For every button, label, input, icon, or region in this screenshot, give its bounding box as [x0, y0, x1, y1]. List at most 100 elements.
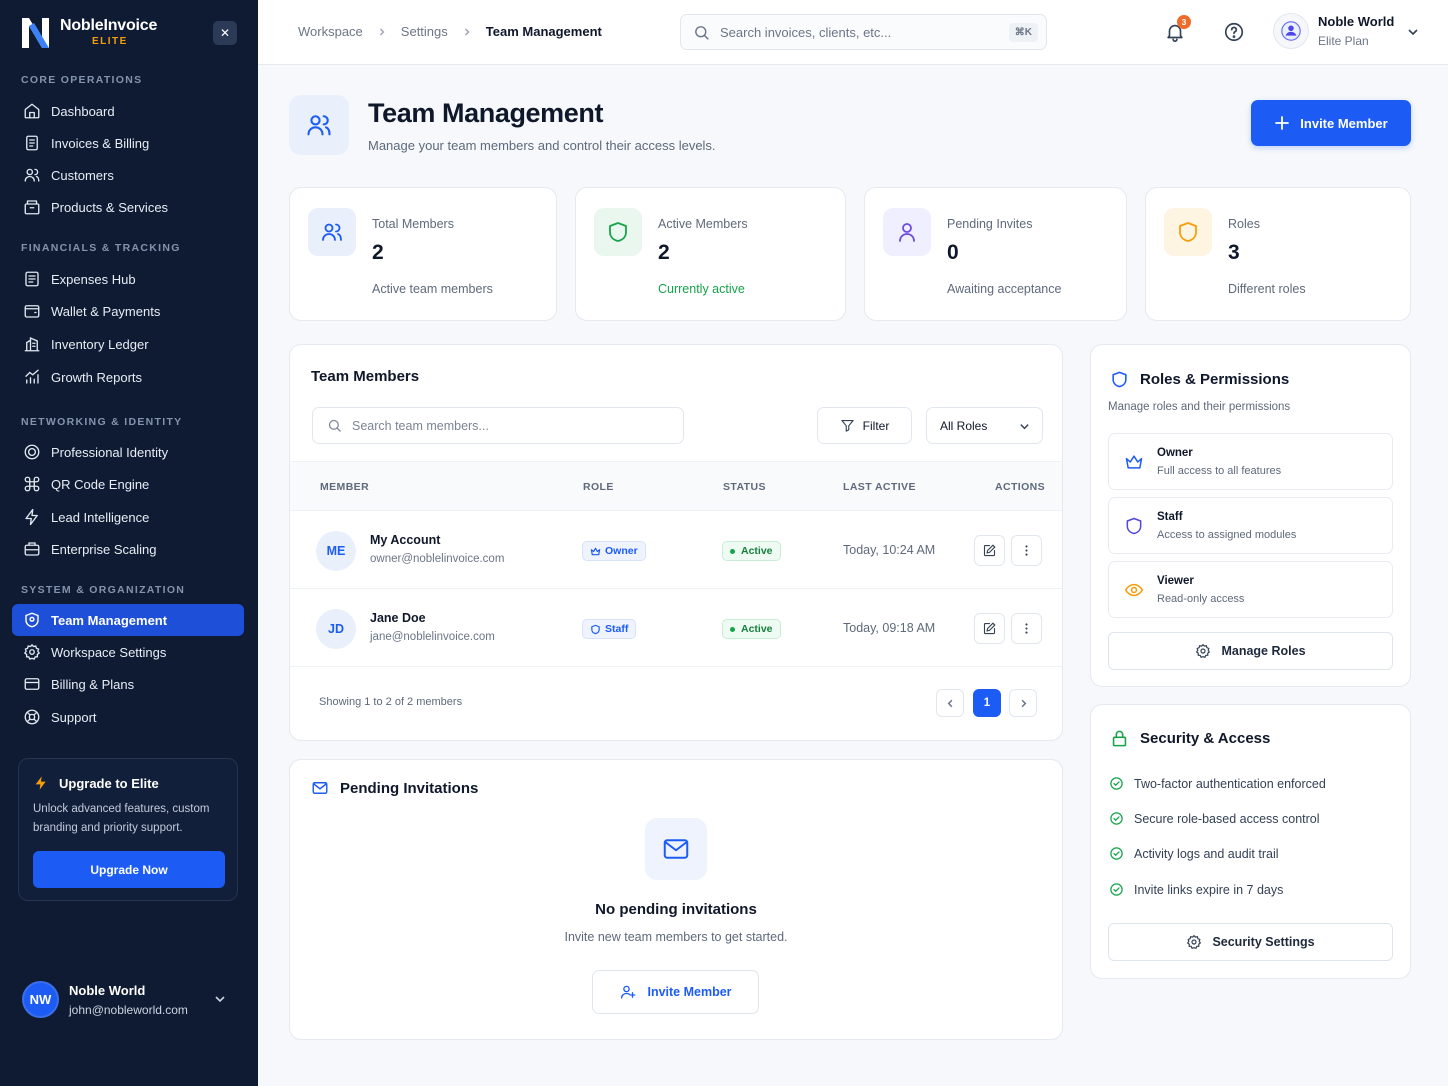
global-search-input[interactable]: Search invoices, clients, etc... ⌘K: [680, 14, 1047, 50]
shield-user-icon: [25, 612, 39, 628]
stat-value: 2: [658, 241, 670, 264]
roles-filter-select[interactable]: All Roles: [926, 407, 1043, 444]
sidebar-item-workspace-settings[interactable]: Workspace Settings: [12, 636, 244, 668]
edit-member-button[interactable]: [974, 535, 1005, 566]
sidebar-item-label: Team Management: [51, 612, 168, 628]
stat-card-pending-invites: Pending Invites 0 Awaiting acceptance: [864, 187, 1127, 321]
sidebar-item-support[interactable]: Support: [12, 701, 244, 733]
security-settings-label: Security Settings: [1212, 935, 1315, 949]
user-plus-icon: [621, 985, 636, 999]
sidebar-item-products[interactable]: Products & Services: [12, 191, 244, 223]
manage-roles-label: Manage Roles: [1221, 644, 1306, 658]
brand-tier: ELITE: [92, 36, 128, 47]
table-header: MEMBER ROLE STATUS LAST ACTIVE ACTIONS: [290, 461, 1062, 511]
users-icon: [24, 168, 40, 182]
chevron-down-icon[interactable]: [214, 993, 226, 1005]
edit-member-button[interactable]: [974, 613, 1005, 644]
table-row: JD Jane Doe jane@noblelinvoice.com Staff…: [290, 589, 1062, 667]
search-shortcut: ⌘K: [1008, 23, 1038, 42]
breadcrumb-settings[interactable]: Settings: [401, 24, 448, 39]
breadcrumb-workspace[interactable]: Workspace: [298, 24, 363, 39]
sidebar-item-label: QR Code Engine: [51, 476, 150, 492]
help-icon[interactable]: [1223, 21, 1245, 43]
shield-icon: [1179, 222, 1197, 242]
column-header: ACTIONS: [995, 481, 1046, 493]
role-description: Access to assigned modules: [1157, 529, 1297, 541]
avatar: ME: [316, 531, 356, 571]
sidebar-item-growth[interactable]: Growth Reports: [12, 361, 244, 393]
chevron-right-icon: [1021, 699, 1026, 707]
chart-icon: [25, 369, 39, 384]
status-badge: Active: [722, 619, 781, 639]
role-item-owner[interactable]: Owner Full access to all features: [1108, 433, 1393, 490]
more-options-button[interactable]: [1011, 535, 1042, 566]
stat-note: Active team members: [372, 282, 493, 296]
avatar: NW: [22, 981, 59, 1018]
page-header-icon: [289, 95, 349, 155]
stat-icon: [308, 208, 356, 256]
sidebar-item-customers[interactable]: Customers: [12, 159, 244, 191]
team-search-input[interactable]: Search team members...: [312, 407, 684, 444]
user-icon: [899, 223, 915, 242]
next-page-button[interactable]: [1009, 689, 1037, 717]
prev-page-button[interactable]: [936, 689, 964, 717]
upgrade-now-button[interactable]: Upgrade Now: [33, 851, 225, 888]
stat-card-roles: Roles 3 Different roles: [1145, 187, 1411, 321]
chevron-down-icon: [1020, 424, 1029, 430]
collapse-sidebar-button[interactable]: ✕: [213, 21, 237, 45]
page-subtitle: Manage your team members and control the…: [368, 138, 716, 153]
sidebar-item-team-management[interactable]: Team Management: [12, 604, 244, 636]
stat-label: Pending Invites: [947, 217, 1033, 231]
home-icon: [24, 103, 40, 119]
status-dot: [730, 548, 735, 554]
security-item-label: Invite links expire in 7 days: [1134, 882, 1284, 897]
more-options-button[interactable]: [1011, 613, 1042, 644]
search-placeholder: Search invoices, clients, etc...: [720, 24, 892, 40]
sidebar-item-expenses[interactable]: Expenses Hub: [12, 263, 244, 295]
bolt-icon: [35, 776, 46, 790]
gear-icon: [1187, 934, 1202, 949]
role-badge: Staff: [582, 619, 637, 639]
sidebar-item-label: Support: [51, 709, 97, 725]
sidebar-item-lead-intelligence[interactable]: Lead Intelligence: [12, 501, 244, 533]
page-button-current[interactable]: 1: [973, 689, 1001, 717]
sidebar-user[interactable]: NW Noble World john@nobleworld.com: [22, 981, 232, 1018]
invite-member-secondary-button[interactable]: Invite Member: [592, 970, 759, 1014]
more-vertical-icon: [1025, 623, 1028, 634]
stat-note: Awaiting acceptance: [947, 282, 1062, 296]
sidebar-item-enterprise[interactable]: Enterprise Scaling: [12, 533, 244, 565]
member-name: My Account: [370, 533, 441, 547]
brand[interactable]: NobleInvoice ELITE: [20, 14, 157, 50]
crown-icon: [1125, 455, 1143, 469]
role-item-staff[interactable]: Staff Access to assigned modules: [1108, 497, 1393, 554]
sidebar-item-dashboard[interactable]: Dashboard: [12, 95, 244, 127]
sidebar-item-identity[interactable]: Professional Identity: [12, 436, 244, 468]
nav-section-networking: NETWORKING & IDENTITY: [21, 416, 183, 428]
team-members-card: Team Members Search team members... Filt…: [289, 344, 1063, 741]
filter-button[interactable]: Filter: [817, 407, 912, 444]
sidebar-item-label: Lead Intelligence: [51, 509, 150, 525]
invite-member-button[interactable]: Invite Member: [1251, 100, 1411, 146]
roles-header: Roles & Permissions: [1110, 370, 1289, 389]
manage-roles-button[interactable]: Manage Roles: [1108, 632, 1393, 670]
role-item-viewer[interactable]: Viewer Read-only access: [1108, 561, 1393, 618]
sidebar-item-inventory[interactable]: Inventory Ledger: [12, 328, 244, 360]
sidebar-item-qr-engine[interactable]: QR Code Engine: [12, 468, 244, 500]
card-subtitle: Manage roles and their permissions: [1108, 401, 1291, 413]
status-badge-label: Active: [741, 545, 773, 557]
security-settings-button[interactable]: Security Settings: [1108, 923, 1393, 961]
pending-header: Pending Invitations: [311, 779, 478, 797]
building-icon: [24, 336, 40, 352]
sidebar-item-invoices[interactable]: Invoices & Billing: [12, 127, 244, 159]
column-header: STATUS: [723, 481, 766, 493]
filter-label: Filter: [862, 418, 890, 433]
security-item-label: Two-factor authentication enforced: [1134, 776, 1326, 791]
sidebar-item-billing-plans[interactable]: Billing & Plans: [12, 668, 244, 700]
sidebar-item-wallet[interactable]: Wallet & Payments: [12, 295, 244, 327]
chevron-down-icon[interactable]: [1407, 26, 1419, 38]
profile-menu[interactable]: Noble World Elite Plan: [1273, 13, 1394, 49]
profile-plan: Elite Plan: [1318, 34, 1369, 48]
upgrade-description: Unlock advanced features, custom brandin…: [33, 803, 210, 834]
sidebar-item-label: Enterprise Scaling: [51, 541, 157, 557]
sidebar-item-label: Expenses Hub: [51, 271, 136, 287]
